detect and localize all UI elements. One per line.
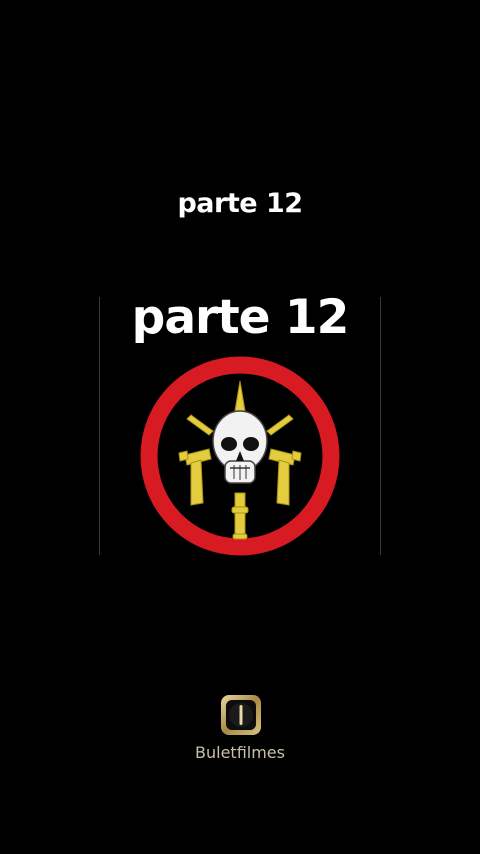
brand-name-text: Buletfilmes (195, 743, 285, 762)
skull-emblem-icon (140, 356, 340, 556)
buletfilmes-logo-icon (221, 695, 261, 735)
caption-top-text: parte 12 (177, 188, 303, 219)
caption-video-text: parte 12 (131, 290, 350, 345)
